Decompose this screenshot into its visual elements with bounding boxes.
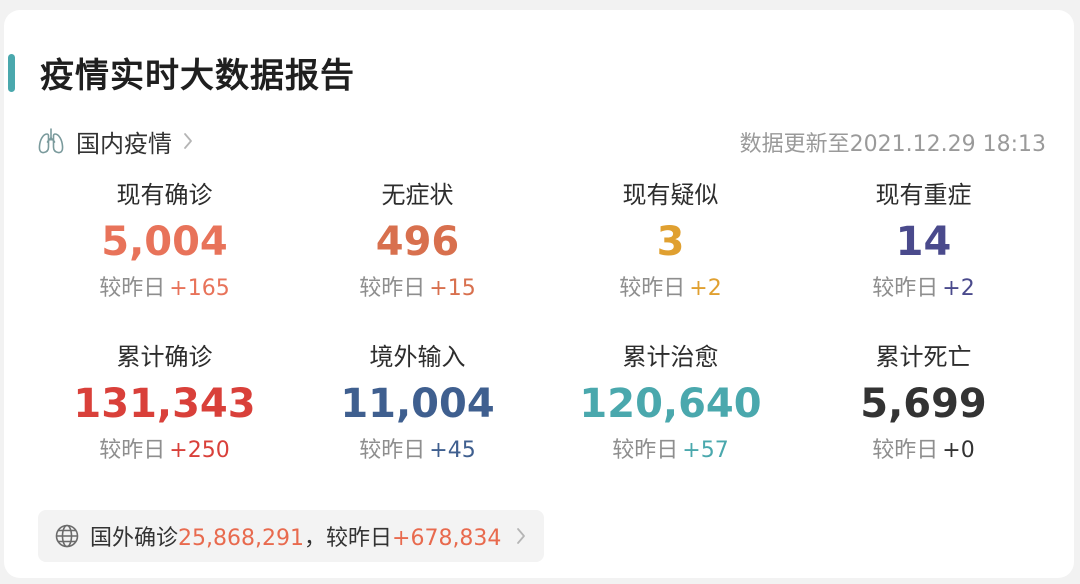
stat-value: 5,699 (860, 381, 987, 427)
stat-delta: 较昨日 +0 (872, 438, 975, 463)
domestic-label: 国内疫情 (76, 129, 172, 158)
stat-label: 现有疑似 (622, 181, 719, 209)
stat-value: 5,004 (101, 219, 228, 265)
stat-current-suspected: 现有疑似 3 较昨日 +2 (544, 178, 797, 306)
page-title: 疫情实时大数据报告 (40, 56, 355, 96)
stat-label: 累计死亡 (875, 343, 972, 371)
stat-delta: 较昨日 +165 (99, 276, 230, 301)
foreign-summary: 国外确诊25,868,291，较昨日+678,834 (90, 526, 502, 551)
domestic-epidemic-link[interactable]: 国内疫情 (36, 120, 194, 162)
stat-total-confirmed: 累计确诊 131,343 较昨日 +250 (38, 340, 291, 468)
stat-value: 120,640 (579, 381, 762, 427)
update-time: 数据更新至2021.12.29 18:13 (739, 132, 1046, 157)
stat-delta: 较昨日 +2 (872, 276, 975, 301)
stat-label: 境外输入 (369, 343, 466, 371)
stat-delta: 较昨日 +2 (619, 276, 722, 301)
stat-value: 11,004 (340, 381, 495, 427)
stat-delta: 较昨日 +250 (99, 438, 230, 463)
chevron-right-icon (182, 131, 194, 151)
stat-current-confirmed: 现有确诊 5,004 较昨日 +165 (38, 178, 291, 306)
stat-value: 3 (656, 219, 685, 265)
stat-value: 496 (375, 219, 460, 265)
stat-current-severe: 现有重症 14 较昨日 +2 (797, 178, 1050, 306)
stat-delta: 较昨日 +57 (612, 438, 729, 463)
stat-asymptomatic: 无症状 496 较昨日 +15 (291, 178, 544, 306)
stat-total-recovered: 累计治愈 120,640 较昨日 +57 (544, 340, 797, 468)
stat-label: 累计治愈 (622, 343, 719, 371)
chevron-right-icon (515, 526, 527, 546)
stat-imported: 境外输入 11,004 较昨日 +45 (291, 340, 544, 468)
stat-value: 131,343 (73, 381, 256, 427)
epidemic-report-card: 疫情实时大数据报告 国内疫情 数据更新至2021.12.29 18:13 现有确… (4, 10, 1074, 578)
stat-label: 现有重症 (875, 181, 972, 209)
stat-label: 累计确诊 (116, 343, 213, 371)
stat-delta: 较昨日 +45 (359, 438, 476, 463)
stat-label: 无症状 (381, 181, 454, 209)
stat-value: 14 (895, 219, 952, 265)
stat-label: 现有确诊 (116, 181, 213, 209)
stat-delta: 较昨日 +15 (359, 276, 476, 301)
globe-icon (54, 523, 80, 549)
foreign-confirmed-link[interactable]: 国外确诊25,868,291，较昨日+678,834 (38, 510, 544, 562)
stat-total-deaths: 累计死亡 5,699 较昨日 +0 (797, 340, 1050, 468)
lungs-icon (36, 126, 66, 156)
title-accent-bar (8, 54, 15, 92)
